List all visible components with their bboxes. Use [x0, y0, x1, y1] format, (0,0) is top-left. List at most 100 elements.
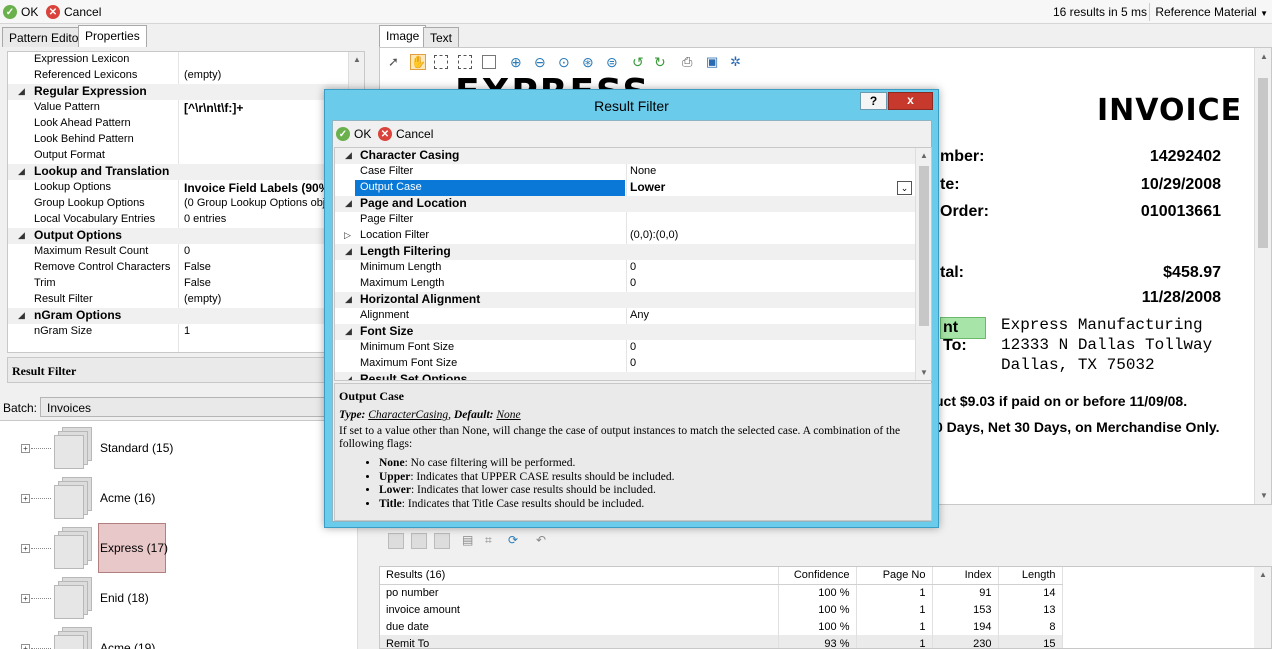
dialog-ok-button[interactable]: ✓ OK [336, 125, 371, 143]
property-row[interactable]: Trim False [8, 276, 364, 292]
property-category[interactable]: ◢ Output Options [8, 228, 364, 244]
column-header[interactable]: Page No [856, 567, 933, 585]
ok-button[interactable]: ✓ OK [3, 3, 38, 21]
collapse-icon[interactable]: ◢ [345, 246, 352, 257]
close-button[interactable]: x [888, 92, 933, 110]
results-scrollbar[interactable]: ▲ [1254, 567, 1271, 648]
property-row[interactable]: Output Format [8, 148, 364, 164]
dialog-property-category[interactable]: ◢ Result Set Options [335, 372, 917, 380]
dialog-grid-scrollbar[interactable]: ▲ ▼ [915, 148, 931, 380]
pan-hand-icon[interactable]: ✋ [410, 54, 426, 70]
scroll-thumb[interactable] [1258, 78, 1268, 248]
collapse-icon[interactable]: ◢ [18, 86, 25, 97]
cancel-button[interactable]: ✕ Cancel [46, 3, 101, 21]
property-row[interactable]: Maximum Result Count 0 [8, 244, 364, 260]
property-row[interactable]: Lookup Options Invoice Field Labels (90% [8, 180, 364, 196]
scroll-up-icon[interactable]: ▲ [353, 55, 361, 64]
print-icon[interactable]: ⎙ [682, 54, 698, 70]
reference-material-dropdown[interactable]: Reference Material ▼ [1155, 5, 1268, 19]
dialog-property-row[interactable]: Page Filter [335, 212, 917, 228]
dialog-property-row[interactable]: Minimum Length 0 [335, 260, 917, 276]
rotate-right-icon[interactable]: ↻ [654, 54, 670, 70]
tab-pattern-editor[interactable]: Pattern Editor [2, 27, 90, 47]
scroll-thumb[interactable] [919, 166, 929, 326]
collapse-icon[interactable]: ◢ [345, 150, 352, 161]
scroll-up-icon[interactable]: ▲ [920, 151, 928, 160]
property-row[interactable]: nGram Size 1 [8, 324, 364, 340]
tab-text[interactable]: Text [423, 27, 460, 47]
collapse-icon[interactable]: ◢ [18, 166, 25, 177]
dropdown-arrow-icon[interactable]: ⌄ [897, 181, 912, 195]
fit-width-icon[interactable]: ⊜ [606, 54, 622, 70]
tool-icon-2[interactable] [411, 533, 427, 549]
collapse-icon[interactable]: ◢ [345, 198, 352, 209]
dialog-property-row[interactable]: Case Filter None [335, 164, 917, 180]
expand-icon[interactable]: + [21, 644, 30, 649]
zoom-out-icon[interactable]: ⊖ [534, 54, 550, 70]
batch-list-item[interactable]: + Express (17) [0, 523, 360, 575]
collapse-icon[interactable]: ◢ [345, 294, 352, 305]
property-row[interactable]: Look Ahead Pattern [8, 116, 364, 132]
pointer-icon[interactable]: ➚ [388, 54, 404, 70]
refresh-icon[interactable]: ⟳ [508, 533, 524, 549]
table-row[interactable]: invoice amount 100 % 1 153 13 [380, 601, 1063, 618]
dialog-property-category[interactable]: ◢ Horizontal Alignment [335, 292, 917, 308]
dialog-cancel-button[interactable]: ✕ Cancel [378, 125, 433, 143]
scroll-up-icon[interactable]: ▲ [1259, 570, 1267, 579]
dialog-property-row[interactable]: ▷ Location Filter (0,0):(0,0) [335, 228, 917, 244]
fit-page-icon[interactable]: ⊛ [582, 54, 598, 70]
undo-icon[interactable]: ↶ [536, 533, 552, 549]
save-icon[interactable]: ▣ [706, 54, 722, 70]
expand-icon[interactable]: + [21, 544, 30, 553]
table-row[interactable]: due date 100 % 1 194 8 [380, 618, 1063, 635]
expand-icon[interactable]: + [21, 594, 30, 603]
collapse-icon[interactable]: ◢ [345, 326, 352, 337]
select-region-icon[interactable] [434, 55, 448, 69]
zoom-region-icon[interactable] [458, 55, 472, 69]
collapse-icon[interactable]: ◢ [18, 310, 25, 321]
property-row[interactable]: Group Lookup Options (0 Group Lookup Opti… [8, 196, 364, 212]
property-row[interactable]: Value Pattern [^\r\n\t\f:]+ [8, 100, 364, 116]
dialog-property-category[interactable]: ◢ Character Casing [335, 148, 917, 164]
zoom-in-icon[interactable]: ⊕ [510, 54, 526, 70]
chart-icon[interactable]: ▤ [462, 533, 478, 549]
settings-icon[interactable]: ✲ [730, 54, 746, 70]
dialog-property-row[interactable]: Minimum Font Size 0 [335, 340, 917, 356]
collapse-icon[interactable]: ◢ [345, 374, 352, 380]
property-category[interactable]: ◢ Regular Expression [8, 84, 364, 100]
zoom-selection-icon[interactable] [482, 55, 496, 69]
column-header[interactable]: Length [998, 567, 1063, 585]
type-link[interactable]: CharacterCasing [368, 409, 448, 421]
rotate-left-icon[interactable]: ↺ [632, 54, 648, 70]
crop-icon[interactable]: ⌗ [485, 533, 501, 549]
batch-list-item[interactable]: + Acme (19) [0, 625, 360, 649]
dialog-property-row[interactable]: Maximum Font Size 0 [335, 356, 917, 372]
zoom-actual-icon[interactable]: ⊙ [558, 54, 574, 70]
tool-icon-3[interactable] [434, 533, 450, 549]
dialog-property-category[interactable]: ◢ Length Filtering [335, 244, 917, 260]
image-scrollbar[interactable]: ▲ ▼ [1254, 48, 1271, 504]
batch-select[interactable]: Invoices [40, 397, 369, 417]
scroll-down-icon[interactable]: ▼ [1260, 491, 1268, 500]
tool-icon-1[interactable] [388, 533, 404, 549]
batch-list-item[interactable]: + Standard (15) [0, 425, 360, 475]
property-row[interactable]: Look Behind Pattern [8, 132, 364, 148]
column-header[interactable]: Index [932, 567, 999, 585]
tab-image[interactable]: Image [379, 25, 427, 47]
expand-icon[interactable]: + [21, 444, 30, 453]
expand-icon[interactable]: + [21, 494, 30, 503]
scroll-up-icon[interactable]: ▲ [1260, 52, 1268, 61]
scroll-down-icon[interactable]: ▼ [920, 368, 928, 377]
table-row[interactable]: po number 100 % 1 91 14 [380, 584, 1063, 601]
batch-list-item[interactable]: + Acme (16) [0, 475, 360, 525]
default-link[interactable]: None [496, 409, 520, 421]
dialog-property-category[interactable]: ◢ Font Size [335, 324, 917, 340]
dialog-property-row[interactable]: Output Case Lower ⌄ [335, 180, 917, 196]
property-row[interactable]: Result Filter (empty) [8, 292, 364, 308]
property-row[interactable]: Referenced Lexicons (empty) [8, 68, 364, 84]
tab-properties[interactable]: Properties [78, 25, 147, 47]
collapse-icon[interactable]: ◢ [18, 230, 25, 241]
property-row[interactable]: Remove Control Characters False [8, 260, 364, 276]
batch-list-item[interactable]: + Enid (18) [0, 575, 360, 625]
dialog-property-row[interactable]: Alignment Any [335, 308, 917, 324]
